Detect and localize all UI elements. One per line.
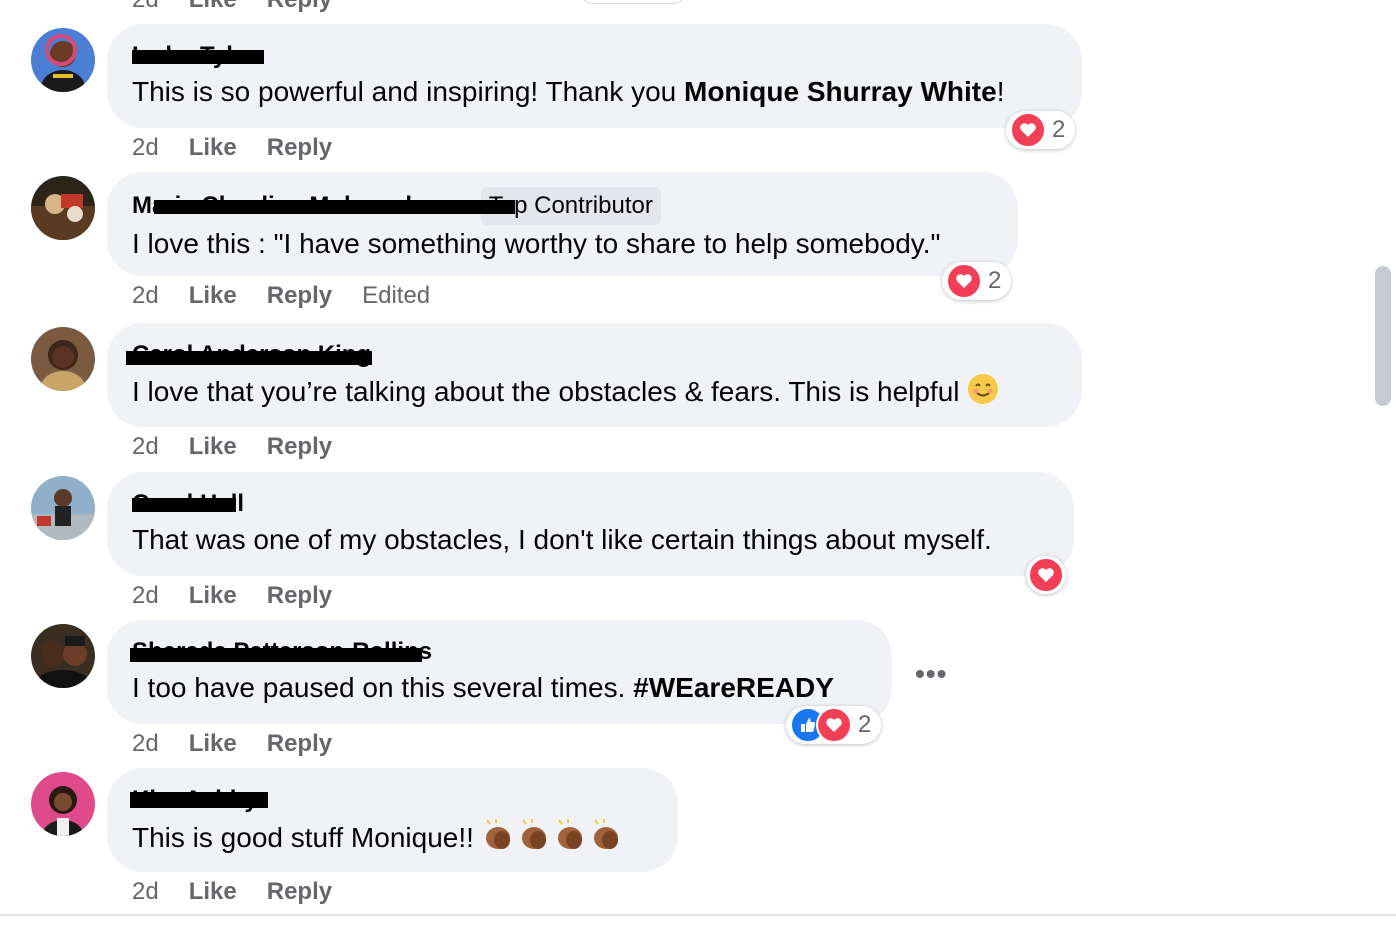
comment-time[interactable]: 2d	[132, 878, 159, 905]
previous-comment-actions: 2d Like Reply	[132, 0, 362, 14]
comment-bubble: Sherada Patterson-Rollins I too have pau…	[107, 620, 892, 724]
like-button[interactable]: Like	[189, 433, 237, 460]
comment-text: That was one of my obstacles, I don't li…	[132, 524, 992, 555]
heart-icon	[1028, 557, 1064, 593]
avatar[interactable]	[31, 28, 95, 92]
like-button[interactable]: Like	[189, 0, 237, 13]
reply-button[interactable]: Reply	[267, 730, 332, 757]
comment-time[interactable]: 2d	[132, 730, 159, 757]
heart-icon	[816, 707, 852, 743]
comment-actions: 2d Like Reply	[132, 878, 362, 906]
comment-text: This is so powerful and inspiring! Thank…	[132, 76, 1005, 107]
comment-text: I too have paused on this several times.…	[132, 672, 834, 703]
heart-icon	[946, 263, 982, 299]
avatar[interactable]	[31, 176, 95, 240]
redaction-bar	[126, 351, 372, 365]
comment-text: This is good stuff Monique!!	[132, 818, 654, 861]
comment-time[interactable]: 2d	[132, 282, 159, 309]
comment-time: 2d	[132, 0, 159, 13]
like-button[interactable]: Like	[189, 134, 237, 161]
reply-button[interactable]: Reply	[267, 582, 332, 609]
comment-bubble: Carol Anderson King I love that you’re t…	[107, 323, 1082, 427]
reaction-summary[interactable]: 2	[942, 262, 1012, 300]
avatar[interactable]	[31, 476, 95, 540]
like-button[interactable]: Like	[189, 878, 237, 905]
avatar[interactable]	[31, 624, 95, 688]
comment-time[interactable]: 2d	[132, 582, 159, 609]
comment-actions: 2d Like Reply	[132, 134, 362, 162]
comment-actions: 2d Like Reply	[132, 730, 362, 758]
clapping-hands-icon	[482, 818, 630, 861]
reaction-summary[interactable]	[1026, 556, 1066, 594]
scrollbar[interactable]	[1375, 266, 1391, 406]
like-button[interactable]: Like	[189, 282, 237, 309]
comment-bubble: Iesha Tyler This is so powerful and insp…	[107, 24, 1082, 128]
previous-reaction-pill[interactable]	[582, 0, 684, 4]
comment-text: I love this : "I have something worthy t…	[132, 228, 941, 259]
edited-label[interactable]: Edited	[362, 282, 430, 309]
reply-button[interactable]: Reply	[267, 134, 332, 161]
redaction-bar	[132, 498, 236, 512]
redaction-bar	[130, 648, 422, 662]
comment-bubble: Marie Claudine Mukamabano Top Contributo…	[107, 172, 1018, 276]
avatar[interactable]	[31, 327, 95, 391]
reaction-summary[interactable]: 2	[1006, 111, 1076, 149]
divider	[0, 914, 1396, 916]
comment-time[interactable]: 2d	[132, 433, 159, 460]
reply-button[interactable]: Reply	[267, 878, 332, 905]
redaction-bar	[132, 50, 264, 64]
like-button[interactable]: Like	[189, 730, 237, 757]
comment-time[interactable]: 2d	[132, 134, 159, 161]
reaction-count: 2	[988, 267, 1002, 294]
smiling-face-icon	[967, 373, 999, 414]
comment-actions: 2d Like Reply	[132, 582, 362, 610]
comment-bubble: Carol Hall That was one of my obstacles,…	[107, 472, 1074, 576]
reply-button[interactable]: Reply	[267, 433, 332, 460]
hashtag-link[interactable]: #WEareREADY	[633, 672, 834, 703]
reply-button[interactable]: Reply	[267, 282, 332, 309]
redaction-bar	[154, 200, 515, 214]
comment-actions: 2d Like Reply	[132, 433, 362, 461]
redaction-bar	[130, 792, 268, 808]
reply-button[interactable]: Reply	[267, 0, 332, 13]
reaction-count: 2	[1052, 116, 1066, 143]
comment-text: I love that you’re talking about the obs…	[132, 373, 1058, 414]
comment-bubble: Kira Ashby This is good stuff Monique!!	[107, 768, 678, 872]
reaction-summary[interactable]: 2	[786, 706, 882, 744]
avatar[interactable]	[31, 772, 95, 836]
more-options-icon[interactable]: •••	[915, 658, 947, 690]
heart-icon	[1010, 112, 1046, 148]
reaction-count: 2	[858, 711, 872, 738]
comment-actions: 2d Like Reply Edited	[132, 282, 430, 310]
mentioned-user[interactable]: Monique Shurray White	[684, 76, 997, 107]
like-button[interactable]: Like	[189, 582, 237, 609]
